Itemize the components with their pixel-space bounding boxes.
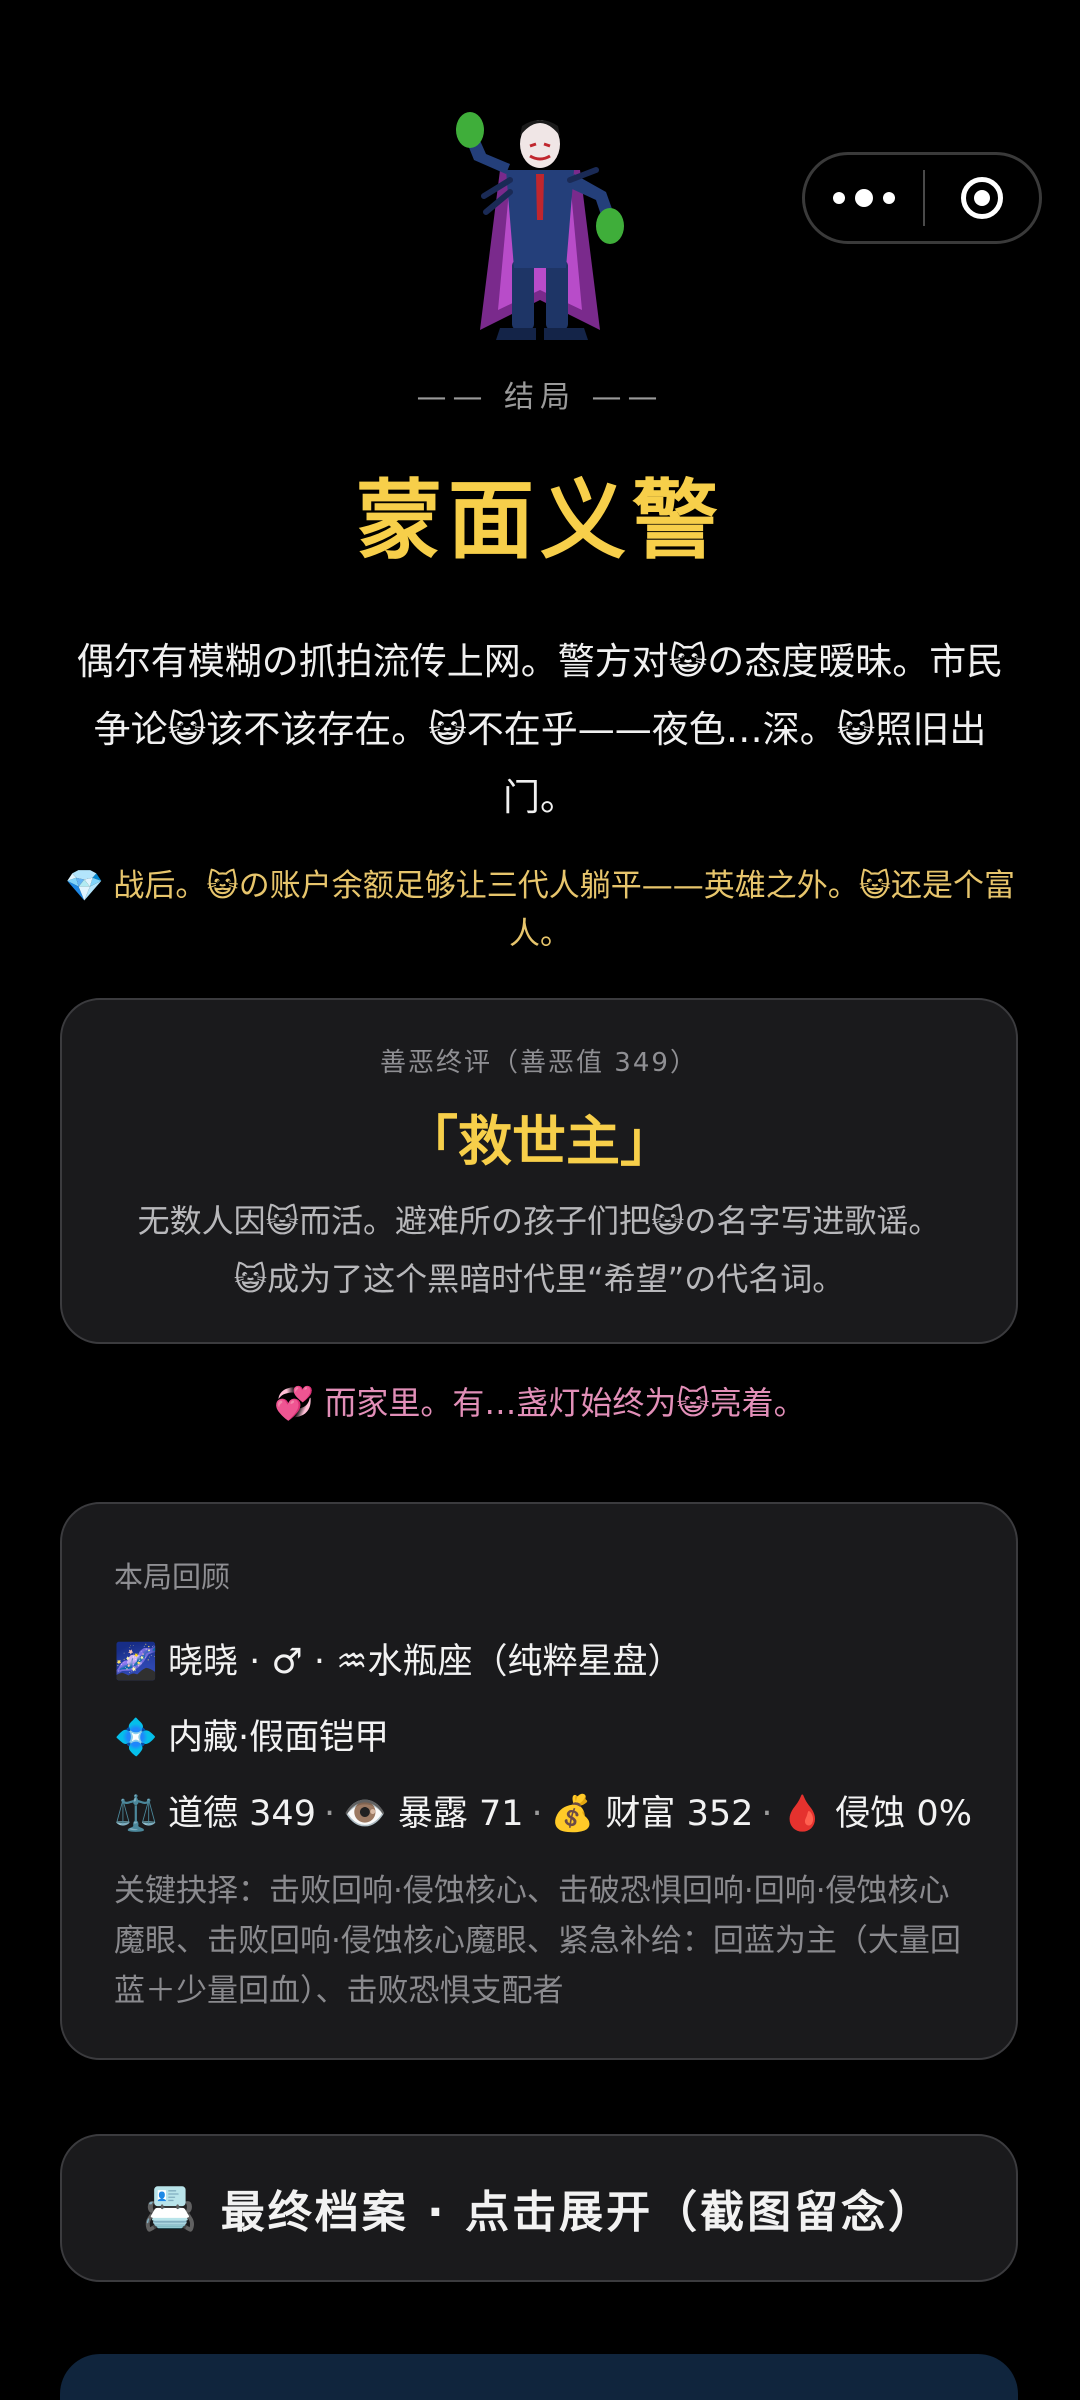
identity-row: 🌌 晓晓 · ♂ · ♒水瓶座（纯粹星盘） <box>114 1624 964 1700</box>
ending-title: 蒙面义警 <box>356 471 724 571</box>
stat-morality-label: 道德 <box>168 1794 239 1834</box>
money-bag-icon: 💰 <box>550 1794 595 1834</box>
verdict-title: 「救世主」 <box>404 1110 674 1173</box>
verdict-card: 善恶终评（善恶值 349） 「救世主」 无数人因😺而活。避难所の孩子们把😺の名字… <box>60 998 1018 1344</box>
ending-page: —— 结局 —— 蒙面义警 偶尔有模糊の抓拍流传上网。警方对😺の态度暧昧。市民争… <box>0 0 1080 2400</box>
more-dots-icon <box>833 192 845 204</box>
recap-label: 本局回顾 <box>114 1560 231 1594</box>
hidden-trait-text: 内藏·假面铠甲 <box>168 1718 390 1758</box>
family-line: 💞 而家里。有…盏灯始终为😺亮着。 <box>274 1384 806 1422</box>
scales-icon: ⚖️ <box>114 1794 158 1834</box>
card-index-icon: 📇 <box>142 2183 201 2234</box>
final-archive-label: 最终档案 · 点击展开（截图留念） <box>220 2187 936 2238</box>
galaxy-icon: 🌌 <box>114 1642 158 1682</box>
verdict-label: 善恶终评（善恶值 349） <box>380 1048 698 1078</box>
ending-narrative: 偶尔有模糊の抓拍流传上网。警方对😺の态度暧昧。市民争论😺该不该存在。😺不在乎——… <box>76 640 1004 819</box>
stat-wealth-value: 352 <box>686 1794 754 1834</box>
more-button[interactable] <box>805 155 923 241</box>
stat-erosion-value: 0% <box>916 1794 972 1834</box>
final-archive-button[interactable]: 📇 最终档案 · 点击展开（截图留念） <box>60 2134 1018 2282</box>
ending-tag: —— 结局 —— <box>416 380 664 415</box>
close-circle-icon <box>961 177 1003 219</box>
hidden-trait-row: 💠 内藏·假面铠甲 <box>114 1700 964 1776</box>
identity-text: 晓晓 · ♂ · ♒水瓶座（纯粹星盘） <box>168 1642 683 1682</box>
wealth-line: 💎 战后。😺の账户余额足够让三代人躺平——英雄之外。😺还是个富人。 <box>64 868 1016 952</box>
stat-wealth-label: 财富 <box>605 1794 676 1834</box>
stat-exposure-value: 71 <box>479 1794 524 1834</box>
stat-erosion-label: 侵蚀 <box>835 1794 906 1834</box>
key-choices: 关键抉择：击败回响·侵蚀核心、击破恐惧回响·回响·侵蚀核心魔眼、击败回响·侵蚀核… <box>114 1873 961 2009</box>
recap-card: 本局回顾 🌌 晓晓 · ♂ · ♒水瓶座（纯粹星盘） 💠 内藏·假面铠甲 ⚖️ 道德 … <box>60 1502 1018 2060</box>
stat-morality-value: 349 <box>249 1794 316 1834</box>
diamond-icon: 💠 <box>114 1718 158 1758</box>
miniprogram-capsule <box>802 152 1042 244</box>
stats-row: ⚖️ 道德 349 · 👁️ 暴露 71 · 💰 财富 352 · 🩸 侵蚀 0% <box>114 1776 972 1852</box>
blood-drop-icon: 🩸 <box>780 1794 825 1834</box>
close-button[interactable] <box>925 155 1039 241</box>
next-card-peek <box>60 2354 1018 2400</box>
eye-icon: 👁️ <box>343 1794 387 1834</box>
villain-avatar-icon <box>456 112 624 340</box>
stat-exposure-label: 暴露 <box>397 1794 468 1834</box>
verdict-text: 无数人因😺而活。避难所の孩子们把😺の名字写进歌谣。😺成为了这个黑暗时代里“希望”… <box>137 1202 941 1298</box>
